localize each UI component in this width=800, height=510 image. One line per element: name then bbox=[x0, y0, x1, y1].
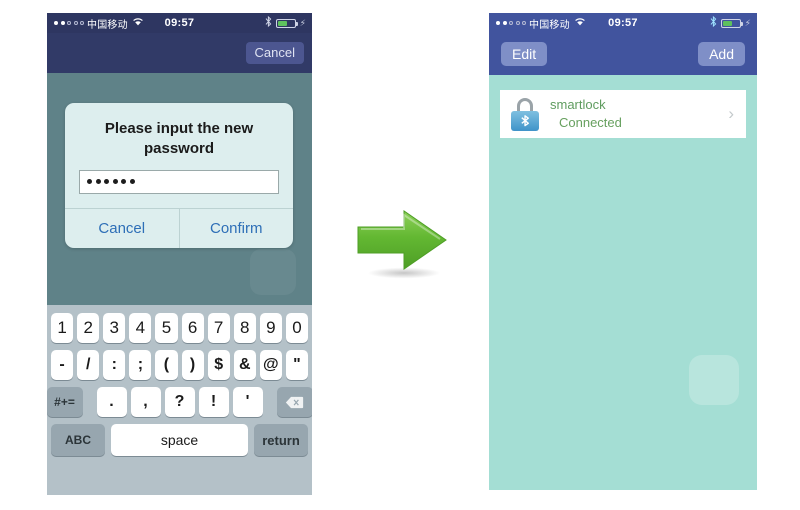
bluetooth-glyph bbox=[520, 115, 529, 127]
key-period[interactable]: . bbox=[96, 387, 127, 417]
key-quote-double[interactable]: " bbox=[285, 350, 308, 380]
key-dollar[interactable]: $ bbox=[207, 350, 230, 380]
key-0[interactable]: 0 bbox=[285, 313, 308, 343]
list-item-subtitle: Connected bbox=[559, 115, 622, 130]
keyboard-spacer bbox=[87, 387, 93, 417]
list-item-title: smartlock bbox=[550, 97, 606, 113]
left-navbar: Cancel bbox=[47, 33, 312, 73]
key-colon[interactable]: : bbox=[103, 350, 126, 380]
battery-icon bbox=[275, 18, 298, 28]
status-bar-right-group: ⚡ bbox=[265, 15, 306, 30]
password-input[interactable] bbox=[79, 169, 279, 194]
key-paren-open[interactable]: ( bbox=[155, 350, 178, 380]
right-phone-screen: 中国移动 09:57 ⚡ Edit Add smartlock Connecte… bbox=[489, 13, 757, 490]
dialog-actions: Cancel Confirm bbox=[65, 207, 294, 248]
status-bar-right-group-right: ⚡ bbox=[710, 15, 751, 30]
key-at[interactable]: @ bbox=[259, 350, 282, 380]
keyboard-row-bottom: ABC space return bbox=[51, 424, 308, 456]
key-hyphen[interactable]: - bbox=[51, 350, 74, 380]
on-screen-keyboard: 1 2 3 4 5 6 7 8 9 0 - / : ; ( ) $ & @ " … bbox=[47, 305, 312, 495]
padlock-body bbox=[511, 110, 539, 131]
key-1[interactable]: 1 bbox=[51, 313, 74, 343]
key-space[interactable]: space bbox=[111, 424, 248, 456]
right-status-bar: 中国移动 09:57 ⚡ bbox=[489, 13, 757, 33]
key-exclamation[interactable]: ! bbox=[198, 387, 229, 417]
password-masked-value bbox=[87, 179, 135, 184]
keyboard-spacer-2 bbox=[267, 387, 273, 417]
edit-button[interactable]: Edit bbox=[501, 42, 548, 67]
add-button[interactable]: Add bbox=[698, 42, 745, 67]
key-semicolon[interactable]: ; bbox=[129, 350, 152, 380]
left-status-bar: 中国移动 09:57 ⚡ bbox=[47, 13, 312, 33]
key-return[interactable]: return bbox=[254, 424, 308, 456]
key-symbols-toggle[interactable]: #+= bbox=[47, 387, 83, 417]
background-watermark-right bbox=[689, 355, 739, 405]
key-7[interactable]: 7 bbox=[207, 313, 230, 343]
keyboard-row-punctuation: #+= . , ? ! ' bbox=[47, 387, 312, 417]
bluetooth-icon-right bbox=[710, 15, 717, 30]
charging-bolt-icon: ⚡ bbox=[299, 17, 306, 28]
key-abc-toggle[interactable]: ABC bbox=[51, 424, 105, 456]
navbar-cancel-button[interactable]: Cancel bbox=[245, 42, 304, 64]
key-3[interactable]: 3 bbox=[103, 313, 126, 343]
password-dialog: Please input the new password Cancel Con… bbox=[65, 103, 293, 248]
green-right-arrow-icon bbox=[352, 203, 452, 283]
battery-icon-right bbox=[720, 18, 743, 28]
charging-bolt-icon-right: ⚡ bbox=[744, 17, 751, 28]
key-paren-close[interactable]: ) bbox=[181, 350, 204, 380]
bluetooth-padlock-icon bbox=[510, 97, 540, 131]
key-question[interactable]: ? bbox=[164, 387, 195, 417]
key-8[interactable]: 8 bbox=[233, 313, 256, 343]
left-content-area: Please input the new password Cancel Con… bbox=[47, 73, 312, 305]
key-comma[interactable]: , bbox=[130, 387, 161, 417]
key-5[interactable]: 5 bbox=[155, 313, 178, 343]
key-ampersand[interactable]: & bbox=[233, 350, 256, 380]
left-phone-screen: 中国移动 09:57 ⚡ Cancel Please input the new… bbox=[47, 13, 312, 495]
background-watermark bbox=[250, 249, 296, 295]
dialog-title: Please input the new password bbox=[104, 120, 254, 158]
dialog-input-wrapper bbox=[65, 169, 293, 208]
keyboard-row-symbols: - / : ; ( ) $ & @ " bbox=[51, 350, 308, 380]
keyboard-row-numbers: 1 2 3 4 5 6 7 8 9 0 bbox=[51, 313, 308, 343]
key-slash[interactable]: / bbox=[77, 350, 100, 380]
key-9[interactable]: 9 bbox=[259, 313, 282, 343]
dialog-cancel-button[interactable]: Cancel bbox=[65, 208, 180, 248]
right-navbar: Edit Add bbox=[489, 33, 757, 75]
bluetooth-icon bbox=[265, 15, 272, 30]
chevron-right-icon[interactable]: › bbox=[728, 104, 736, 124]
dialog-confirm-button[interactable]: Confirm bbox=[180, 209, 294, 248]
list-item[interactable]: smartlock Connected › bbox=[500, 90, 746, 138]
key-apostrophe[interactable]: ' bbox=[232, 387, 263, 417]
key-4[interactable]: 4 bbox=[129, 313, 152, 343]
key-6[interactable]: 6 bbox=[181, 313, 204, 343]
right-content-area: smartlock Connected › bbox=[489, 75, 757, 490]
key-2[interactable]: 2 bbox=[77, 313, 100, 343]
backspace-icon[interactable] bbox=[276, 387, 312, 417]
list-item-texts: smartlock Connected bbox=[550, 96, 728, 131]
